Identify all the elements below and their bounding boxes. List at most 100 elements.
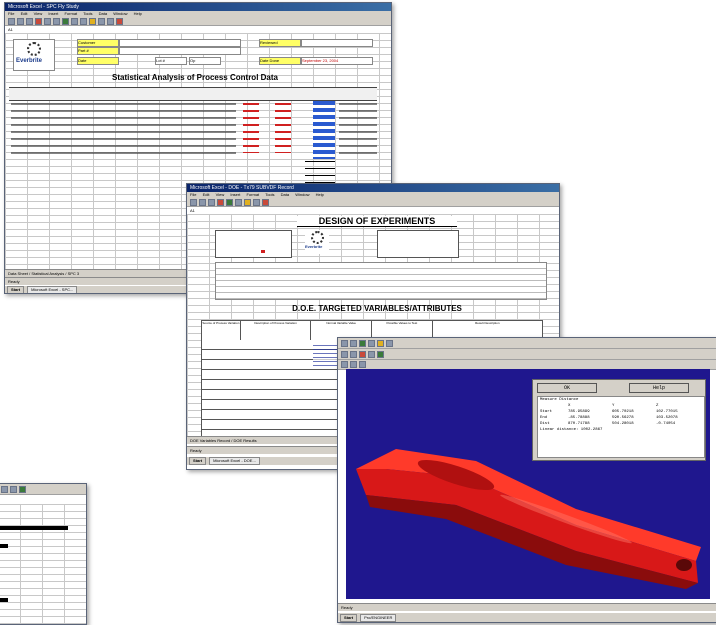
doe-chart-icon[interactable]	[244, 198, 251, 206]
partial-black-line-1	[0, 526, 68, 530]
reviewed-value[interactable]	[301, 39, 373, 47]
partial-toolbar	[0, 484, 86, 495]
doe-start-button[interactable]: Start	[189, 457, 207, 465]
dialog-linear-distance: Linear distance: 1002.2867	[540, 428, 603, 432]
cad-save-icon[interactable]	[350, 339, 357, 347]
start-button[interactable]: Start	[7, 286, 25, 293]
partial-icon-c[interactable]	[19, 485, 26, 493]
date-done-field[interactable]: Date Done	[259, 57, 301, 65]
doe-menu-tools[interactable]: Tools	[265, 192, 274, 197]
doe-menu-data[interactable]: Data	[281, 192, 289, 197]
cad-tool-a-icon[interactable]	[341, 350, 348, 358]
spc-red-column-b	[275, 103, 291, 153]
doe-new-icon[interactable]	[190, 198, 197, 206]
cad-taskbar: Start Pro/ENGINEER	[338, 612, 716, 622]
report-title: Statistical Analysis of Process Control …	[112, 73, 278, 82]
spc-data-rows	[11, 103, 236, 158]
partial-black-line-2	[0, 544, 8, 548]
part-value[interactable]	[119, 47, 241, 55]
doe-cell-reference: A1	[190, 208, 195, 213]
spc-highlight-column	[313, 101, 335, 159]
paste-icon[interactable]	[62, 17, 69, 25]
doe-bold-icon[interactable]	[253, 198, 260, 206]
partial-icon-a[interactable]	[1, 485, 8, 493]
customer-field[interactable]: Customer	[77, 39, 119, 47]
doe-menu-help[interactable]: Help	[316, 192, 324, 197]
doe-undo-icon[interactable]	[235, 198, 242, 206]
menu-window[interactable]: Window	[113, 11, 127, 16]
menu-edit[interactable]: Edit	[21, 11, 28, 16]
cut-icon[interactable]	[44, 17, 51, 25]
customer-value[interactable]	[119, 39, 241, 47]
doe-menu-file[interactable]: File	[190, 192, 196, 197]
doe-task-item[interactable]: Microsoft Excel - DOE...	[209, 457, 260, 465]
dialog-readout: Measure Distance X Y Z Start 785.95899 6…	[537, 396, 705, 458]
undo-icon[interactable]	[71, 17, 78, 25]
cad-tool-e-icon[interactable]	[377, 350, 384, 358]
menu-format[interactable]: Format	[64, 11, 77, 16]
doe-menu-insert[interactable]: Insert	[230, 192, 240, 197]
print-icon[interactable]	[35, 17, 42, 25]
doe-menu-format[interactable]: Format	[246, 192, 259, 197]
italic-icon[interactable]	[107, 17, 114, 25]
doe-font-color-icon[interactable]	[262, 198, 269, 206]
open-icon[interactable]	[17, 17, 24, 25]
doe-menu-window[interactable]: Window	[295, 192, 309, 197]
date-done-value[interactable]: September 23, 2004	[301, 57, 373, 65]
doe-red-marker	[261, 250, 265, 253]
sun-logo-icon	[27, 42, 41, 56]
spc-red-column-a	[243, 103, 259, 153]
doe-toolbar	[187, 198, 559, 207]
font-color-icon[interactable]	[116, 17, 123, 25]
doe-logo-text: Everbrite	[305, 244, 323, 249]
date-field[interactable]: Date	[77, 57, 119, 65]
cad-tool-d-icon[interactable]	[368, 350, 375, 358]
cad-tab-b-icon[interactable]	[350, 361, 357, 368]
dialog-help-button[interactable]: Help	[629, 383, 689, 393]
spc-task-item[interactable]: Microsoft Excel - SPC...	[27, 286, 78, 293]
sum-icon[interactable]	[80, 17, 87, 25]
doe-menu-view[interactable]: View	[216, 192, 225, 197]
doe-paste-icon[interactable]	[226, 198, 233, 206]
partial-icon-b[interactable]	[10, 485, 17, 493]
menu-data[interactable]: Data	[99, 11, 107, 16]
cad-rotate-icon[interactable]	[359, 339, 366, 347]
save-icon[interactable]	[26, 17, 33, 25]
dialog-ok-button[interactable]: OK	[537, 383, 597, 393]
cad-view-icon[interactable]	[386, 339, 393, 347]
doe-logo: Everbrite	[305, 230, 329, 254]
cad-tab-c-icon[interactable]	[359, 361, 366, 368]
partial-window	[0, 483, 87, 625]
op-field[interactable]: Op	[189, 57, 221, 65]
cad-tool-c-icon[interactable]	[359, 350, 366, 358]
menu-help[interactable]: Help	[134, 11, 142, 16]
reviewed-field[interactable]: Reviewed	[259, 39, 301, 47]
cad-tab-a-icon[interactable]	[341, 361, 348, 368]
doe-save-icon[interactable]	[208, 198, 215, 206]
new-icon[interactable]	[8, 17, 15, 25]
cad-measure-icon[interactable]	[377, 339, 384, 347]
doe-menu-edit[interactable]: Edit	[203, 192, 210, 197]
cad-zoom-icon[interactable]	[368, 339, 375, 347]
cad-open-icon[interactable]	[341, 339, 348, 347]
cad-3d-viewport[interactable]: OK Help Measure Distance X Y Z Start 785…	[346, 369, 710, 599]
menu-tools[interactable]: Tools	[83, 11, 92, 16]
menu-insert[interactable]: Insert	[48, 11, 58, 16]
cad-tool-b-icon[interactable]	[350, 350, 357, 358]
doe-subheading: D.O.E. TARGETED VARIABLES/ATTRIBUTES	[292, 304, 462, 313]
lot-field[interactable]: Lot #	[155, 57, 187, 65]
doe-heading: DESIGN OF EXPERIMENTS	[297, 216, 457, 227]
menu-file[interactable]: File	[8, 11, 14, 16]
part-field[interactable]: Part #	[77, 47, 119, 55]
menu-view[interactable]: View	[34, 11, 43, 16]
doe-print-icon[interactable]	[217, 198, 224, 206]
copy-icon[interactable]	[53, 17, 60, 25]
spc-cell-reference: A1	[8, 27, 13, 32]
bold-icon[interactable]	[98, 17, 105, 25]
spc-column-header-band	[9, 87, 377, 101]
doe-open-icon[interactable]	[199, 198, 206, 206]
doe-window-title: Microsoft Excel - DOE - Tx79 SUBVDF Reco…	[187, 184, 559, 192]
spc-window-title: Microsoft Excel - SPC Fly Study	[5, 3, 391, 11]
chart-icon[interactable]	[89, 17, 96, 25]
partial-sheet-grid[interactable]	[0, 504, 86, 624]
